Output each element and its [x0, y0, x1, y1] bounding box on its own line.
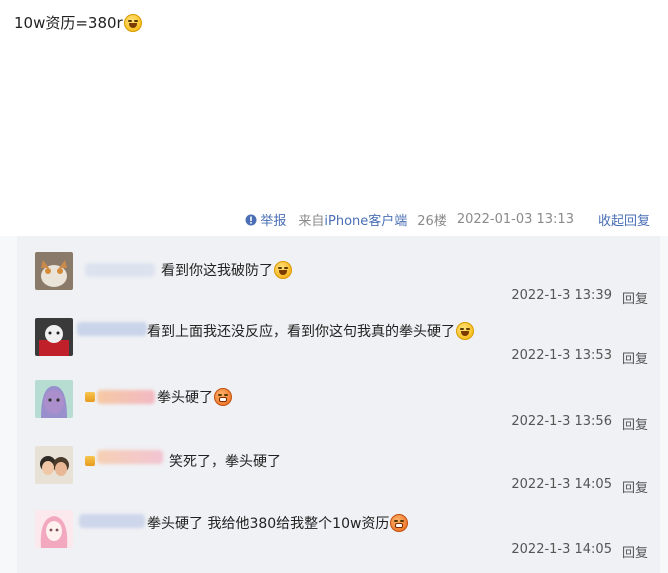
badge-icon — [85, 392, 95, 402]
avatar[interactable] — [35, 252, 73, 290]
reply-meta: 2022-1-3 14:05 回复 — [511, 542, 648, 561]
source-device-link[interactable]: iPhone客户端 — [324, 214, 407, 229]
list-item: 拳头硬了 2022-1-3 13:56 回复 — [17, 376, 660, 440]
post-content: 10w资历=380r — [14, 12, 142, 33]
post-meta: 举报 来自iPhone客户端 26楼 2022-01-03 13:13 收起回复 — [245, 210, 650, 229]
reply-meta: 2022-1-3 13:56 回复 — [511, 414, 648, 433]
username-blurred[interactable] — [77, 322, 147, 336]
report-link[interactable]: 举报 — [245, 210, 286, 229]
username-blurred[interactable] — [97, 390, 155, 404]
reply-content: 拳头硬了 — [157, 387, 232, 407]
reply-text: 笑死了，拳头硬了 — [169, 454, 281, 470]
avatar[interactable] — [35, 446, 73, 484]
grin-sweat-emoji-icon — [123, 13, 142, 32]
post-timestamp: 2022-01-03 13:13 — [456, 212, 574, 227]
report-label: 举报 — [260, 214, 287, 229]
floor-number: 26楼 — [417, 214, 447, 229]
badge-icon — [85, 456, 95, 466]
reply-time: 2022-1-3 14:05 — [511, 542, 612, 557]
post-source: 来自iPhone客户端 — [298, 210, 407, 229]
username-blurred[interactable] — [85, 263, 155, 277]
list-item: 拳头硬了 我给他380给我整个10w资历 2022-1-3 14:05 回复 — [17, 504, 660, 568]
username-blurred[interactable] — [97, 450, 163, 464]
reply-text: 看到上面我还没反应，看到你这句我真的拳头硬了 — [147, 324, 455, 340]
post-area: 10w资历=380r 举报 来自iPhone客户端 26楼 2022-01-03… — [0, 0, 668, 236]
reply-time: 2022-1-3 13:56 — [511, 414, 612, 429]
reply-time: 2022-1-3 13:39 — [511, 288, 612, 303]
reply-text: 拳头硬了 我给他380给我整个10w资历 — [147, 516, 390, 532]
report-icon — [245, 214, 257, 226]
reply-content: 笑死了，拳头硬了 — [169, 451, 281, 471]
reply-button[interactable]: 回复 — [622, 414, 648, 433]
avatar[interactable] — [35, 380, 73, 418]
reply-button[interactable]: 回复 — [622, 348, 648, 367]
reply-text: 拳头硬了 — [157, 390, 213, 406]
list-item: 笑死了，拳头硬了 2022-1-3 14:05 回复 — [17, 440, 660, 504]
reply-button[interactable]: 回复 — [622, 288, 648, 307]
list-item: 看到你这我破防了 2022-1-3 13:39 回复 — [17, 246, 660, 310]
reply-meta: 2022-1-3 13:39 回复 — [511, 288, 648, 307]
avatar[interactable] — [35, 318, 73, 356]
reply-button[interactable]: 回复 — [622, 477, 648, 496]
source-prefix: 来自 — [298, 214, 325, 229]
reply-meta: 2022-1-3 13:53 回复 — [511, 348, 648, 367]
reply-button[interactable]: 回复 — [622, 542, 648, 561]
collapse-replies-button[interactable]: 收起回复 — [598, 210, 650, 229]
reply-text: 看到你这我破防了 — [161, 263, 273, 279]
list-item: 看到上面我还没反应，看到你这句我真的拳头硬了 2022-1-3 13:53 回复 — [17, 312, 660, 376]
grin-sweat-emoji-icon — [456, 322, 474, 340]
reply-content: 看到上面我还没反应，看到你这句我真的拳头硬了 — [147, 321, 474, 341]
reply-time: 2022-1-3 14:05 — [511, 477, 612, 492]
reply-meta: 2022-1-3 14:05 回复 — [511, 477, 648, 496]
angry-emoji-icon — [214, 388, 232, 406]
reply-content: 拳头硬了 我给他380给我整个10w资历 — [147, 513, 409, 533]
angry-emoji-icon — [390, 514, 409, 532]
post-text: 10w资历=380r — [14, 14, 123, 32]
reply-time: 2022-1-3 13:53 — [511, 348, 612, 363]
hug-emoji-icon — [274, 261, 292, 279]
reply-list: 看到你这我破防了 2022-1-3 13:39 回复 看到上面我还没反应，看到你… — [17, 236, 660, 573]
avatar[interactable] — [35, 510, 73, 548]
reply-content: 看到你这我破防了 — [161, 260, 292, 280]
username-blurred[interactable] — [79, 514, 145, 528]
